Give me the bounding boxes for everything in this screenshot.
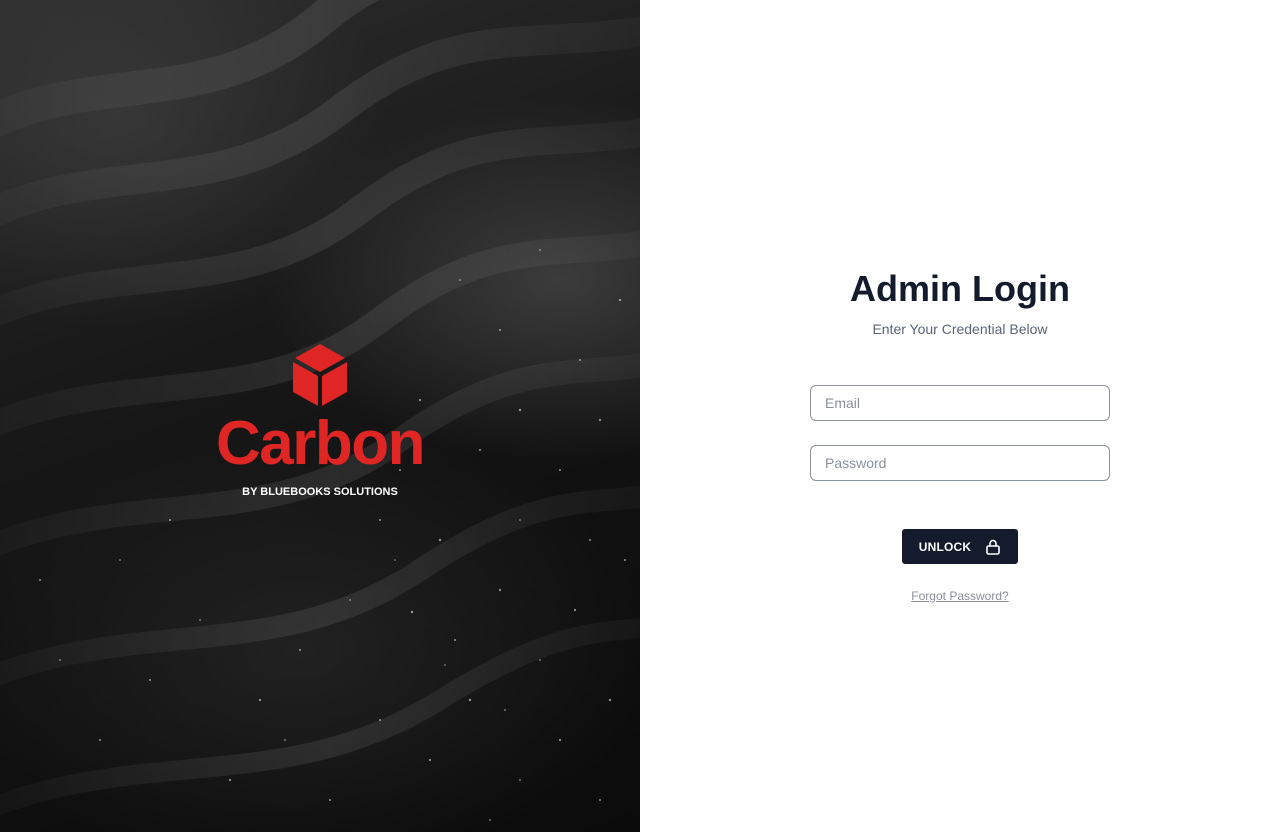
password-field[interactable] — [810, 445, 1110, 481]
lock-icon — [985, 538, 1001, 555]
page-title: Admin Login — [850, 268, 1070, 309]
brand-tagline: BY BLUEBOOKS SOLUTIONS — [242, 486, 398, 498]
brand-logo: Carbon BY BLUEBOOKS SOLUTIONS — [0, 344, 640, 498]
brand-name: Carbon — [216, 409, 426, 478]
forgot-password-link[interactable]: Forgot Password? — [640, 589, 1280, 603]
unlock-button-label: UNLOCK — [918, 539, 972, 554]
hero-image-panel: Carbon BY BLUEBOOKS SOLUTIONS — [0, 0, 640, 832]
login-panel: Admin Login Enter Your Credential Below … — [640, 0, 1280, 832]
page-subtitle: Enter Your Credential Below — [872, 321, 1048, 337]
cube-logo-icon — [293, 344, 347, 406]
email-field[interactable] — [810, 385, 1110, 421]
unlock-button[interactable]: UNLOCK — [902, 529, 1018, 564]
